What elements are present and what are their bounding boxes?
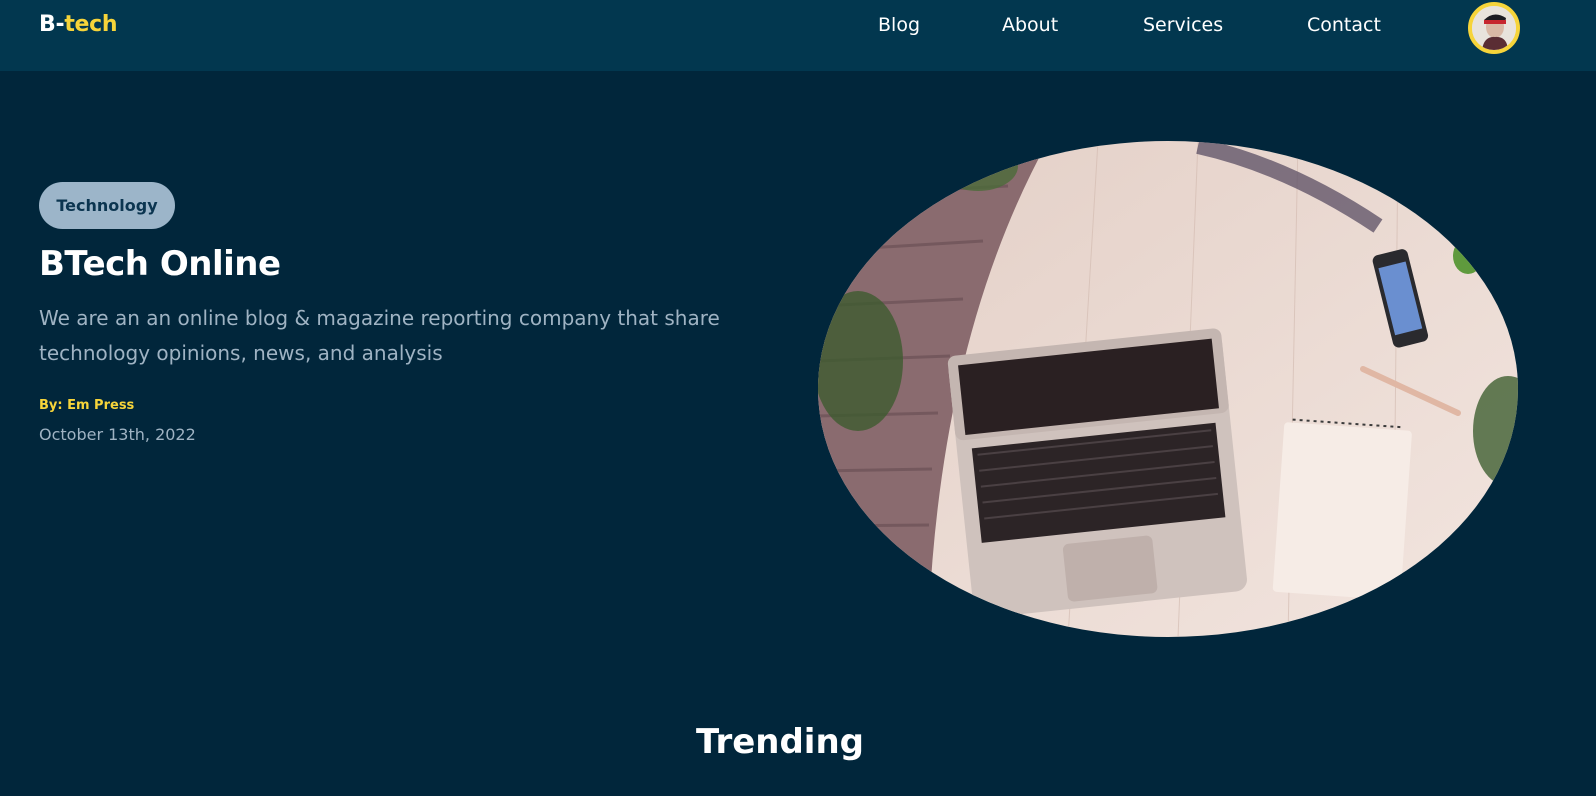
nav-link-about[interactable]: About: [1002, 14, 1058, 36]
nav-link-blog[interactable]: Blog: [878, 14, 920, 36]
nav-link-contact[interactable]: Contact: [1307, 14, 1381, 36]
trending-heading: Trending: [695, 722, 865, 762]
hero-image: [818, 141, 1518, 638]
avatar-image: [1472, 6, 1516, 50]
top-navbar: B-tech Blog About Services Contact: [0, 0, 1596, 71]
hero-title: BTech Online: [39, 244, 281, 284]
logo-text-tech: tech: [64, 12, 118, 37]
site-logo[interactable]: B-tech: [39, 12, 118, 37]
laptop-desk-illustration: [818, 141, 1518, 637]
post-date: October 13th, 2022: [39, 425, 196, 444]
logo-text-b: B-: [39, 12, 65, 37]
user-avatar[interactable]: [1468, 2, 1520, 54]
category-badge[interactable]: Technology: [39, 182, 175, 229]
hero-description: We are an an online blog & magazine repo…: [39, 306, 720, 365]
author-label: By: Em Press: [39, 398, 135, 413]
nav-link-services[interactable]: Services: [1143, 14, 1223, 36]
